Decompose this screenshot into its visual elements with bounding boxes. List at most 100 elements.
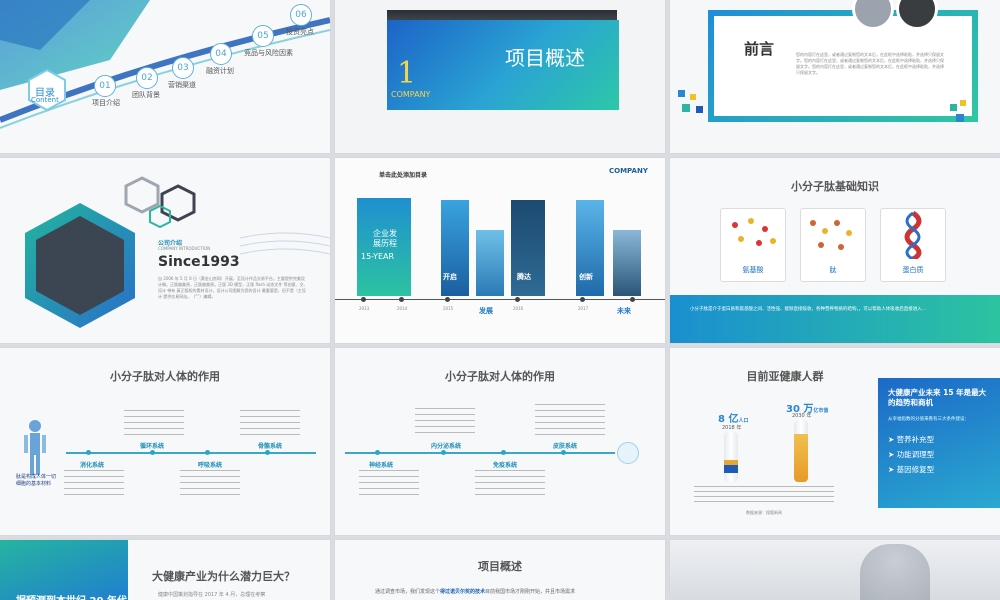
decor-squares [678,90,708,120]
company-logo: COMPANY [609,167,648,175]
source-note: 数据来源：搜狐新闻 [746,510,782,515]
trend-title: 大健康产业未来 15 年是最大的趋势和商机 [888,388,987,407]
system-label: 免疫系统 [493,462,518,469]
toc-item-2: 团队背景 [132,91,160,99]
slide-thumbnail-9[interactable]: 目前亚健康人群 8 亿人口 2018 年 30 万亿市值 2030 年 数据来源… [670,348,1000,535]
slide-thumbnail-10[interactable]: 据预测到本世纪 20 年代 大健康产业为什么潜力巨大？ 健康中国策划指导在 20… [0,540,330,600]
slide-thumbnail-1[interactable]: 目录 Content 01 02 03 04 05 06 项目介绍 团队背景 营… [0,0,330,153]
bar-value-1: 8 亿人口 [718,410,748,425]
slide-title: 小分子肽基础知识 [791,180,879,193]
system-label: 消化系统 [80,462,105,469]
info-banner [670,295,1000,343]
wave-lines [240,232,330,255]
axis-dot [375,450,380,455]
toc-num-3: 03 [172,57,194,79]
toc-item-4: 融资计划 [206,67,234,75]
history-line-2: 展历程 [373,239,397,248]
section-company: COMPANY [391,90,431,99]
trend-bullet: ➤ 营养补充型 [888,435,935,444]
toc-num-5: 05 [252,25,274,47]
system-label: 呼吸系统 [198,462,223,469]
bar-value-unit: 亿市值 [813,408,829,414]
person-icon [617,442,639,464]
slide-grid: 目录 Content 01 02 03 04 05 06 项目介绍 团队背景 营… [0,0,1000,600]
toc-item-3: 营销渠道 [168,81,196,89]
trend-bullet-label: 基因修复型 [896,465,935,474]
timeline-dot [580,297,585,302]
company-body: 自 2006 年 5 月 8 日（黄金山房网）开展，至设计作品交易平台，主要提供… [158,276,308,299]
card-label-4: 创新 [579,273,593,281]
timeline-dot [361,297,366,302]
trend-bullet-label: 营养补充型 [896,435,935,444]
timeline-year: 2016 [513,306,524,311]
slide-thumbnail-4[interactable]: 公司介绍 COMPANY INTRODUCTION Since1993 自 20… [0,158,330,343]
side-panel [0,540,128,600]
slide-thumbnail-8[interactable]: 小分子肽对人体的作用 内分泌系统 皮肤系统 神经系统 免疫系统 [335,348,665,535]
timeline-dot [399,297,404,302]
axis-dot [265,450,270,455]
slide-thumbnail-5[interactable]: 单击此处添加目录 COMPANY 企业发 展历程 15-YEAR 开启 发展 腾… [335,158,665,343]
system-label: 皮肤系统 [553,443,578,450]
slide-thumbnail-12[interactable] [670,540,1000,600]
slide-thumbnail-3[interactable]: 前言 您的内容打在这里，或者通过复制您的文本后，在此框中选择粘贴，并选择只保留文… [670,0,1000,153]
preface-title: 前言 [744,40,775,58]
trend-bullet: ➤ 基因修复型 [888,465,935,474]
description-block [535,404,605,436]
slide-body: 通过调查市场，我们发现这个得过诺贝尔奖的技术目前我国市场才刚刚开始，并且市场需求 [375,588,575,595]
side-panel-text: 据预测到本世纪 20 年代 [16,592,127,600]
background-decoration [0,0,330,129]
timeline-photo [613,230,641,296]
timeline-year: 2013 [359,306,370,311]
axis-line [345,452,615,454]
bar-fill-2 [794,434,808,482]
toc-num-4: 04 [210,43,232,65]
description-block [64,470,124,498]
bar-2 [794,420,808,482]
timeline-year: 2017 [578,306,589,311]
timeline-year: 2015 [443,306,454,311]
slide-title: 大健康产业为什么潜力巨大？ [152,570,295,583]
system-label: 循环系统 [140,443,165,450]
card-label: 氨基酸 [742,266,764,274]
timeline-year: 2014 [397,306,408,311]
slide-title: 目前亚健康人群 [746,370,824,383]
slide-header: 单击此处添加目录 [379,172,428,179]
description-block [240,410,300,438]
card-label-3: 腾达 [517,273,531,281]
axis-line [66,452,316,454]
body-figure-icon [24,420,46,475]
description-block [124,410,184,438]
toc-num-6: 06 [290,4,312,26]
timeline-photo [476,230,504,296]
decor-squares [950,100,980,130]
molecule-icon [904,210,922,262]
bar-fill-1 [724,465,738,473]
slide-thumbnail-2[interactable]: 项目概述 1 COMPANY [335,0,665,153]
slide-thumbnail-7[interactable]: 小分子肽对人体的作用 肽是构成人体一切细胞的基本材料 循环系统 骨骼系统 消化系… [0,348,330,535]
timeline-axis [335,299,665,300]
toc-item-5: 竞品与风险因素 [244,49,293,57]
body-text: 通过调查市场，我们发现这个 [375,589,441,595]
slide-thumbnail-11[interactable]: 项目概述 通过调查市场，我们发现这个得过诺贝尔奖的技术目前我国市场才刚刚开始，并… [335,540,665,600]
timeline-dot [515,297,520,302]
section-title: 项目概述 [505,46,585,70]
system-label: 骨骼系统 [258,443,283,450]
description-block [475,470,545,500]
card-label-2: 发展 [479,307,493,315]
timeline-dot [445,297,450,302]
axis-dot [150,450,155,455]
axis-dot [205,450,210,455]
peptide-card: 肽 [800,208,866,282]
trend-sub: 从幸福指数的分值来看有三大条件建设： [888,417,969,422]
slide-title: 项目概述 [478,560,522,573]
trend-panel: 大健康产业未来 15 年是最大的趋势和商机 从幸福指数的分值来看有三大条件建设：… [878,378,1000,508]
bar-year-1: 2018 年 [722,425,742,431]
axis-dot [501,450,506,455]
photo-placeholder [860,544,930,600]
preface-body: 您的内容打在这里，或者通过复制您的文本后，在此框中选择粘贴，并选择只保留文字。您… [796,52,944,75]
axis-dot [561,450,566,455]
slide-thumbnail-6[interactable]: 小分子肽基础知识 氨基酸 肽 蛋白质 小分子肽是介于蛋白质和氨基酸之间、活性强、… [670,158,1000,343]
system-label: 内分泌系统 [431,443,462,450]
label-en: COMPANY INTRODUCTION [158,246,211,251]
trend-bullet: ➤ 功能调理型 [888,450,935,459]
